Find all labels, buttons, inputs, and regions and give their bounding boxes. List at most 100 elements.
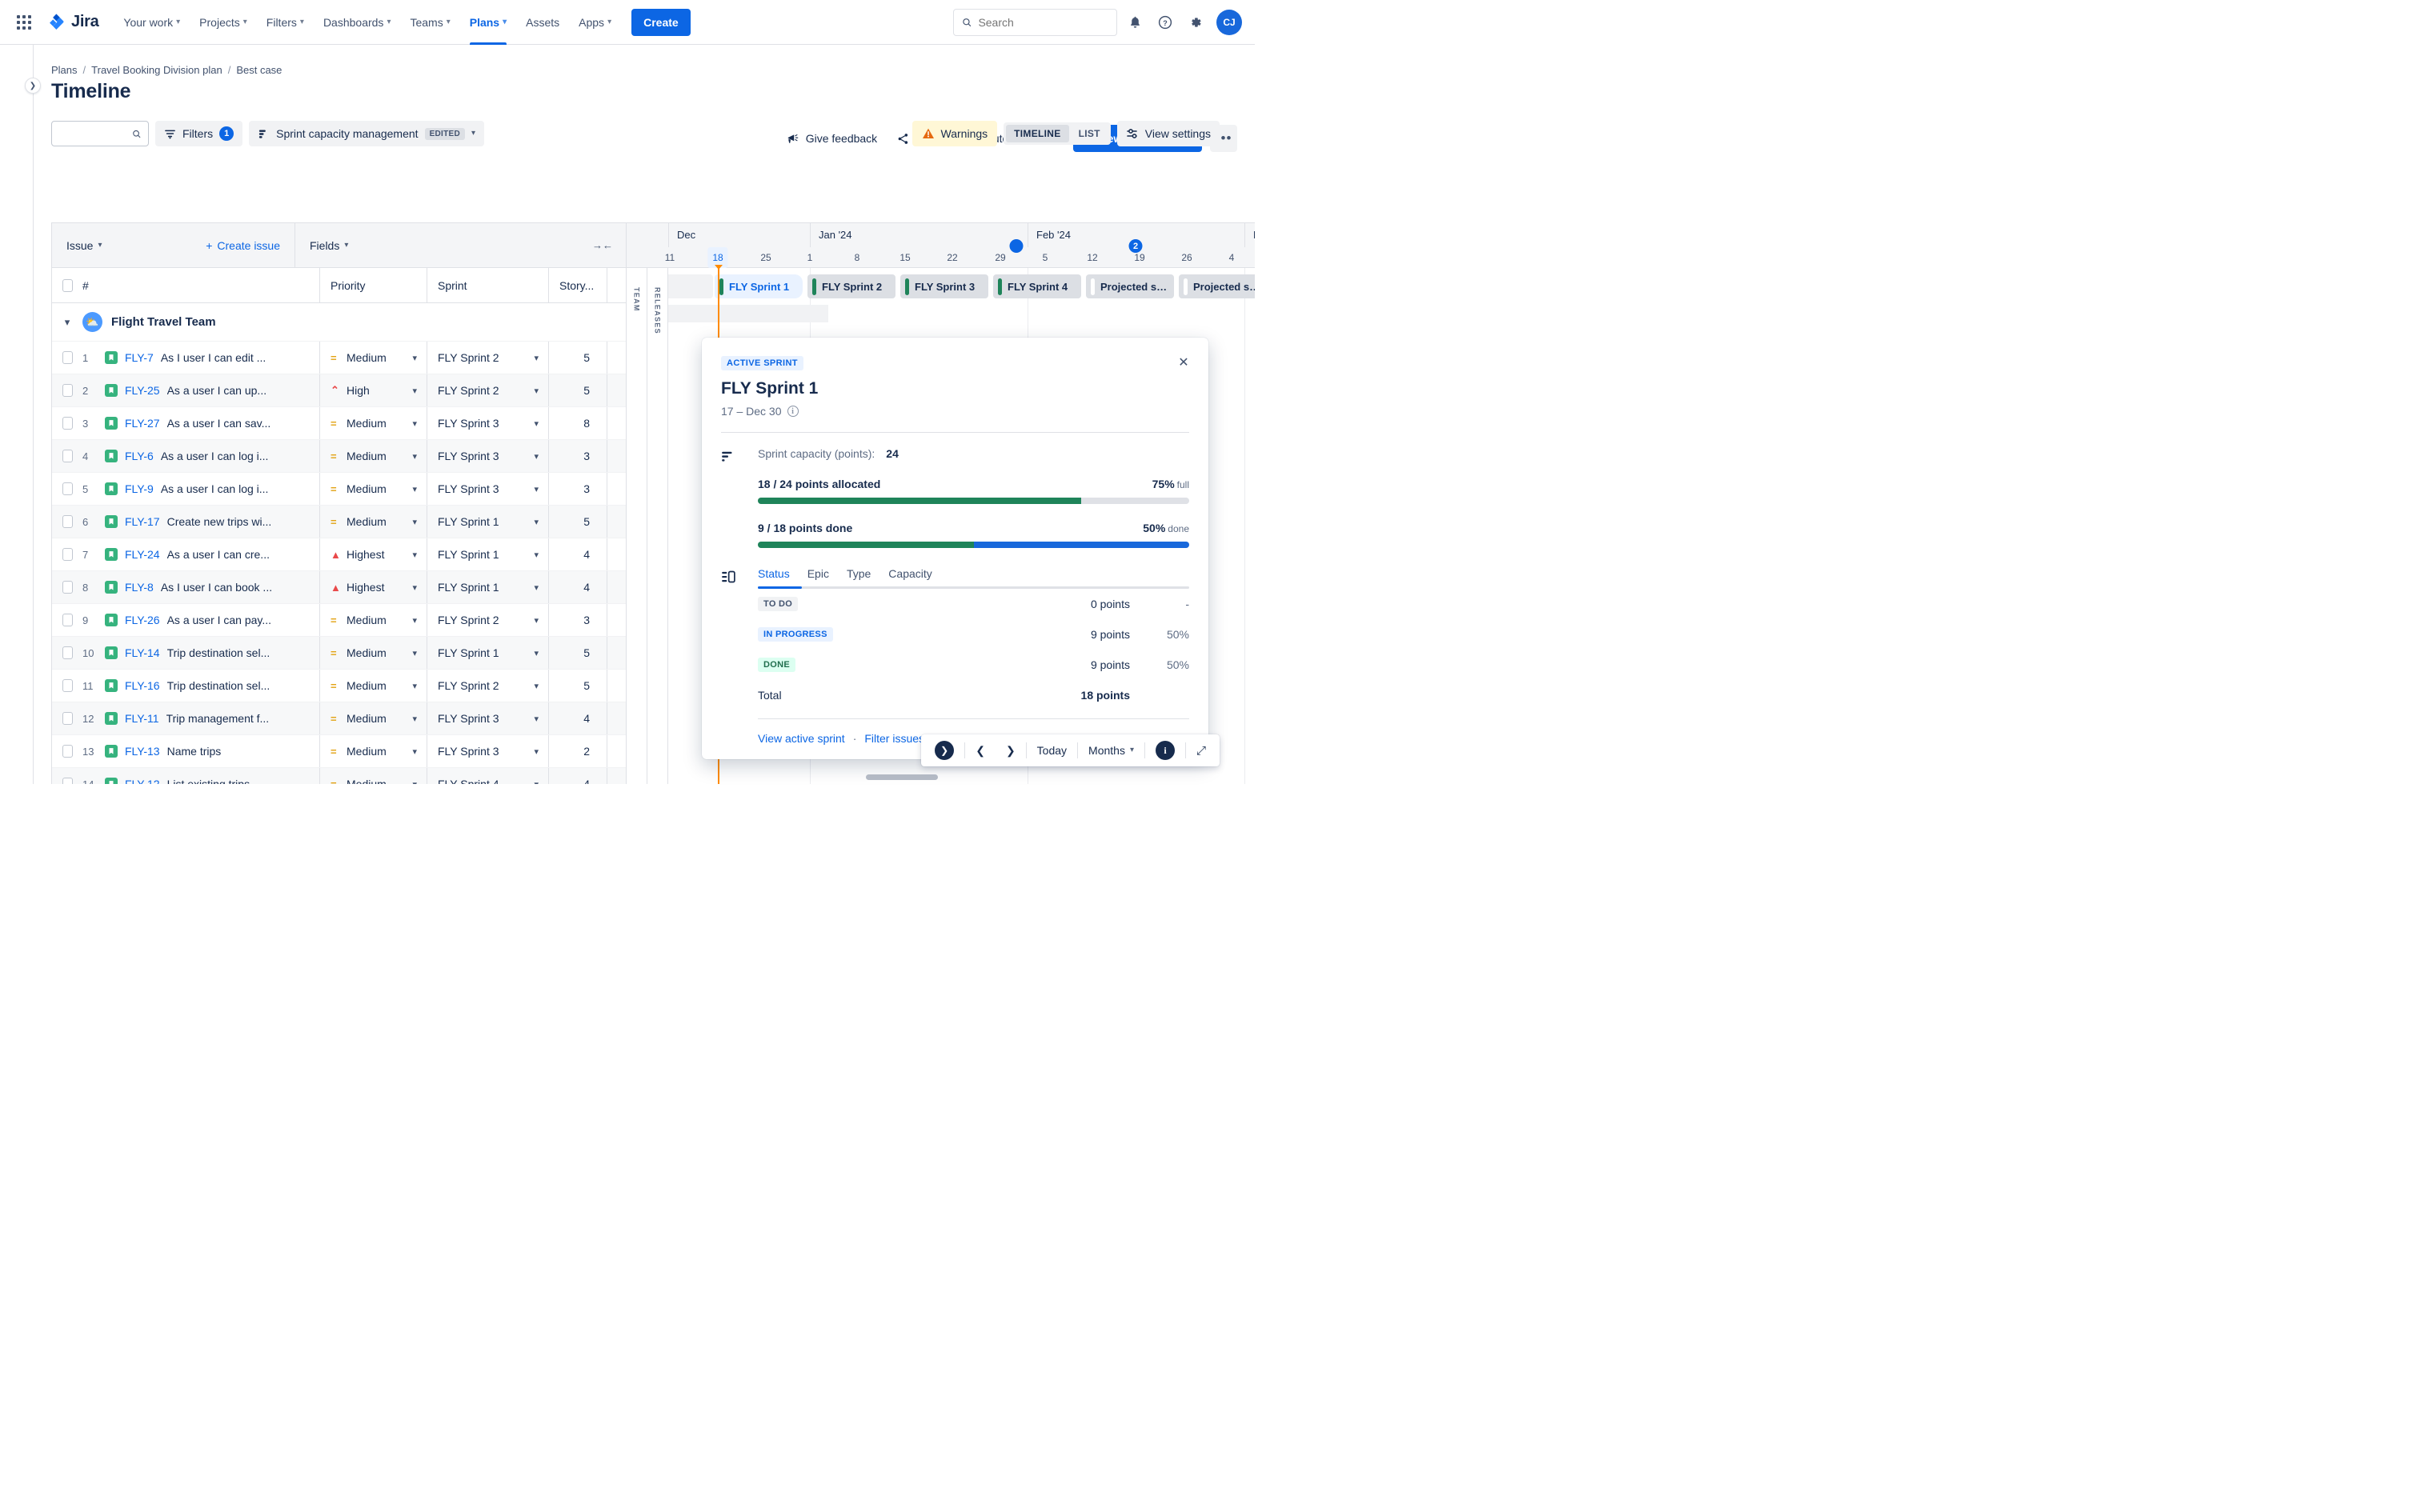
table-row[interactable]: 6 FLY-17 Create new trips wi... = Medium ▾ FLY… [52, 506, 626, 538]
row-sprint-cell[interactable]: FLY Sprint 1 ▾ [427, 538, 548, 570]
view-mode-timeline[interactable]: TIMELINE [1006, 125, 1069, 142]
chevron-down-icon[interactable]: ▾ [534, 386, 539, 396]
expand-sidebar-button[interactable]: ❯ [25, 78, 41, 94]
chevron-down-icon[interactable]: ▾ [412, 746, 417, 757]
breadcrumb-item-plans[interactable]: Plans [51, 64, 78, 76]
row-points-cell[interactable]: 5 [548, 374, 607, 406]
row-sprint-cell[interactable]: FLY Sprint 2 ▾ [427, 374, 548, 406]
legend-info-button[interactable]: i [1145, 734, 1185, 766]
chevron-down-icon[interactable]: ▾ [534, 451, 539, 462]
row-points-cell[interactable]: 5 [548, 342, 607, 374]
table-row[interactable]: 9 FLY-26 As a user I can pay... = Medium ▾ FLY… [52, 604, 626, 637]
table-row[interactable]: 4 FLY-6 As a user I can log i... = Medium ▾ FL… [52, 440, 626, 473]
fields-column-menu[interactable]: Fields ▾ →← [294, 223, 626, 267]
row-checkbox[interactable] [62, 515, 73, 528]
table-row[interactable]: 2 FLY-25 As a user I can up... ⌃ High ▾ FLY Sp… [52, 374, 626, 407]
select-all-checkbox[interactable] [62, 278, 73, 292]
chevron-down-icon[interactable]: ▾ [534, 648, 539, 658]
row-priority-cell[interactable]: = Medium ▾ [319, 506, 427, 538]
info-icon[interactable]: i [787, 406, 799, 417]
sprint-chip[interactable]: FLY Sprint 1 [715, 274, 803, 298]
chevron-down-icon[interactable]: ▾ [412, 681, 417, 691]
issue-key-link[interactable]: FLY-9 [125, 482, 154, 495]
chevron-down-icon[interactable]: ▾ [534, 418, 539, 429]
table-row[interactable]: 5 FLY-9 As a user I can log i... = Medium ▾ FL… [52, 473, 626, 506]
dependency-marker-badge[interactable]: 2 [1128, 239, 1143, 253]
chevron-down-icon[interactable]: ▾ [412, 550, 417, 560]
chevron-down-icon[interactable]: ▾ [412, 615, 417, 626]
row-priority-cell[interactable]: = Medium ▾ [319, 473, 427, 505]
chevron-down-icon[interactable]: ▾ [534, 550, 539, 560]
row-checkbox[interactable] [62, 417, 73, 430]
dependency-marker-badge[interactable] [1009, 239, 1024, 253]
zoom-level-selector[interactable]: Months ▾ [1078, 734, 1144, 766]
table-row[interactable]: 13 FLY-13 Name trips = Medium ▾ FLY Sprint 3 ▾ 2 [52, 735, 626, 768]
row-priority-cell[interactable]: ▲ Highest ▾ [319, 538, 427, 570]
chevron-down-icon[interactable]: ▾ [412, 517, 417, 527]
table-row[interactable]: 14FLY-12List existing trips=Medium▾FLY S… [52, 768, 626, 784]
table-row[interactable]: 11 FLY-16 Trip destination sel... = Medium ▾ F… [52, 670, 626, 702]
warnings-button[interactable]: Warnings [912, 121, 998, 146]
row-priority-cell[interactable]: = Medium ▾ [319, 407, 427, 439]
row-checkbox[interactable] [62, 581, 73, 594]
row-points-cell[interactable]: 4 [548, 702, 607, 734]
row-points-cell[interactable]: 4 [548, 768, 607, 784]
collapse-team-chevron-icon[interactable]: ▾ [52, 316, 82, 329]
tab-epic[interactable]: Epic [807, 567, 829, 586]
fullscreen-button[interactable]: ⤢ [1186, 734, 1216, 766]
issue-column-menu[interactable]: Issue ▾ + Create issue [52, 239, 294, 252]
row-sprint-cell[interactable]: FLY Sprint 3 ▾ [427, 702, 548, 734]
issue-key-link[interactable]: FLY-6 [125, 450, 154, 462]
row-sprint-cell[interactable]: FLY Sprint 2 ▾ [427, 342, 548, 374]
row-points-cell[interactable]: 4 [548, 571, 607, 603]
row-points-cell[interactable]: 5 [548, 637, 607, 669]
sprint-chip[interactable]: FLY Sprint 3 [900, 274, 988, 298]
view-active-sprint-link[interactable]: View active sprint [758, 732, 845, 745]
nav-item-apps[interactable]: Apps ▾ [570, 0, 620, 45]
view-settings-button[interactable]: View settings [1116, 121, 1220, 146]
user-avatar[interactable]: CJ [1216, 9, 1242, 35]
issue-key-link[interactable]: FLY-14 [125, 646, 160, 659]
row-sprint-cell[interactable]: FLY Sprint 1 ▾ [427, 637, 548, 669]
row-priority-cell[interactable]: = Medium ▾ [319, 702, 427, 734]
chevron-down-icon[interactable]: ▾ [534, 484, 539, 494]
notifications-bell-icon[interactable] [1122, 10, 1148, 35]
row-priority-cell[interactable]: = Medium ▾ [319, 637, 427, 669]
issue-search-box[interactable] [51, 121, 149, 146]
nav-item-filters[interactable]: Filters ▾ [258, 0, 313, 45]
table-row[interactable]: 7 FLY-24 As a user I can cre... ▲ Highest ▾ FL… [52, 538, 626, 571]
nav-item-projects[interactable]: Projects ▾ [190, 0, 256, 45]
chevron-down-icon[interactable]: ▾ [534, 714, 539, 724]
issue-key-link[interactable]: FLY-11 [125, 712, 159, 725]
sprint-chip[interactable]: FLY Sprint 2 [807, 274, 895, 298]
row-checkbox[interactable] [62, 745, 73, 758]
chevron-down-icon[interactable]: ▾ [534, 681, 539, 691]
nav-item-assets[interactable]: Assets [517, 0, 568, 45]
chevron-down-icon[interactable]: ▾ [534, 779, 539, 785]
create-issue-button[interactable]: + Create issue [206, 239, 294, 252]
table-row[interactable]: 1 FLY-7 As I user I can edit ... = Medium ▾ FL… [52, 342, 626, 374]
row-checkbox[interactable] [62, 712, 73, 725]
row-priority-cell[interactable]: = Medium ▾ [319, 768, 427, 784]
chevron-down-icon[interactable]: ▾ [412, 451, 417, 462]
tab-type[interactable]: Type [847, 567, 871, 586]
row-priority-cell[interactable]: = Medium ▾ [319, 735, 427, 767]
issue-key-link[interactable]: FLY-12 [125, 778, 160, 784]
row-checkbox[interactable] [62, 351, 73, 364]
chevron-down-icon[interactable]: ▾ [412, 779, 417, 785]
chevron-down-icon[interactable]: ▾ [534, 582, 539, 593]
row-priority-cell[interactable]: = Medium ▾ [319, 440, 427, 472]
scroll-back-button[interactable]: ❮ [965, 734, 996, 766]
chevron-down-icon[interactable]: ▾ [534, 746, 539, 757]
chevron-down-icon[interactable]: ▾ [471, 130, 475, 138]
row-checkbox[interactable] [62, 646, 73, 659]
row-sprint-cell[interactable]: FLY Sprint 2 ▾ [427, 604, 548, 636]
chevron-down-icon[interactable]: ▾ [412, 353, 417, 363]
row-priority-cell[interactable]: = Medium ▾ [319, 342, 427, 374]
settings-gear-icon[interactable] [1183, 10, 1208, 35]
breadcrumb-item-scenario[interactable]: Best case [236, 64, 282, 76]
sprint-capacity-management-button[interactable]: Sprint capacity management EDITED ▾ [249, 121, 485, 146]
issue-key-link[interactable]: FLY-17 [125, 515, 160, 528]
issue-key-link[interactable]: FLY-26 [125, 614, 160, 626]
row-priority-cell[interactable]: ▲ Highest ▾ [319, 571, 427, 603]
